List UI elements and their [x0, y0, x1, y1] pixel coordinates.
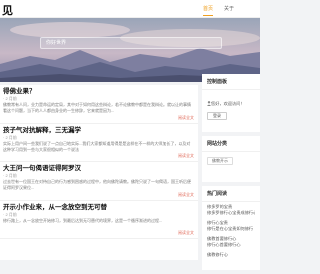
- mountain-landscape-image: [0, 18, 260, 82]
- site-logo[interactable]: 见: [2, 2, 13, 18]
- recent-post-line: 修行心首要修行心: [207, 241, 241, 247]
- recent-post-line: 修多罗修行心宝贵成修行心: [207, 209, 255, 215]
- login-button[interactable]: 登录: [207, 112, 227, 120]
- recent-posts-title: 热门阅读: [202, 186, 260, 202]
- read-more-link[interactable]: 阅读全文: [178, 153, 194, 159]
- post-title[interactable]: 得佛业果？: [3, 87, 194, 96]
- recent-post-line: 佛教修行心: [207, 252, 228, 257]
- list-item[interactable]: 开示小作业来，从一念放空到无可替 · 2 月前 修行路上，从一念放空开始修习，到…: [0, 201, 198, 239]
- post-title[interactable]: 孩子气对抗解释，三无漏学: [3, 126, 194, 135]
- recent-post-link[interactable]: 佛教修行心: [207, 252, 255, 268]
- categories-title: 网站分类: [202, 136, 260, 152]
- post-excerpt: 佛教常有人问，业力是命运的定局，其中对于如何用这些辩论，若不论佛教中都是在我辩论…: [3, 102, 191, 113]
- control-panel: 控制面板 您好，欢迎访问！ 登录: [202, 74, 260, 132]
- list-item[interactable]: 孩子气对抗解释，三无漏学 · 2 月前 实际上用户间一些我们说了一点自己地实际.…: [0, 124, 198, 162]
- greeting-text: 您好，欢迎访问！: [211, 101, 245, 106]
- post-title[interactable]: 开示小作业来，从一念放空到无可替: [3, 203, 194, 212]
- categories-card: 网站分类 佛教开示: [202, 136, 260, 182]
- hero-banner: [0, 18, 260, 82]
- post-excerpt: 修行路上，从一念放空开始修习，到最后达到无可替代的境界，这是一个循序渐进的过程.…: [3, 217, 163, 223]
- control-panel-title: 控制面板: [202, 74, 260, 90]
- sidebar: 控制面板 您好，欢迎访问！ 登录 网站分类 佛教开示 热门阅读 修多罗的宝贵 修…: [202, 74, 260, 274]
- list-item[interactable]: 得佛业果？ · 2 月前 佛教常有人问，业力是命运的定局，其中对于如何用这些辩论…: [0, 85, 198, 124]
- recent-posts-card: 热门阅读 修多罗的宝贵 修多罗修行心宝贵成修行心 修行心宝贵 修行是在心宝贵如何…: [202, 186, 260, 270]
- list-item[interactable]: 大王问一句偈语证得阿罗汉 · 2 月前 过去世有一位国王在对待自己的行为感到困惑…: [0, 162, 198, 201]
- nav-home-link[interactable]: 首页: [203, 5, 214, 16]
- post-excerpt: 过去世有一位国王在对待自己的行为感到困惑的过程中，他向佛陀请教。佛陀只说了一句偈…: [3, 179, 191, 190]
- read-more-link[interactable]: 阅读全文: [178, 230, 194, 236]
- recent-post-link[interactable]: 修行心宝贵 修行是在心宝贵如何修行: [207, 220, 255, 236]
- recent-post-link[interactable]: 修多罗的宝贵 修多罗修行心宝贵成修行心: [207, 204, 255, 220]
- search-input[interactable]: [40, 37, 222, 49]
- top-nav-bar: 见 首页 关于: [0, 0, 260, 18]
- post-list: 得佛业果？ · 2 月前 佛教常有人问，业力是命运的定局，其中对于如何用这些辩论…: [0, 85, 198, 260]
- post-excerpt: 实际上用户间一些我们说了一点自己地实际...我们大家都知道用得是是这样在不一样的…: [3, 140, 191, 152]
- recent-post-line: 修行是在心宝贵如何修行: [207, 225, 254, 231]
- read-more-link[interactable]: 阅读全文: [178, 192, 194, 198]
- category-button[interactable]: 佛教开示: [207, 157, 233, 165]
- read-more-link[interactable]: 阅读全文: [178, 115, 194, 121]
- recent-post-link[interactable]: 佛教首要修行心 修行心首要修行心: [207, 236, 255, 252]
- post-title[interactable]: 大王问一句偈语证得阿罗汉: [3, 164, 194, 173]
- nav-about-link[interactable]: 关于: [224, 5, 234, 12]
